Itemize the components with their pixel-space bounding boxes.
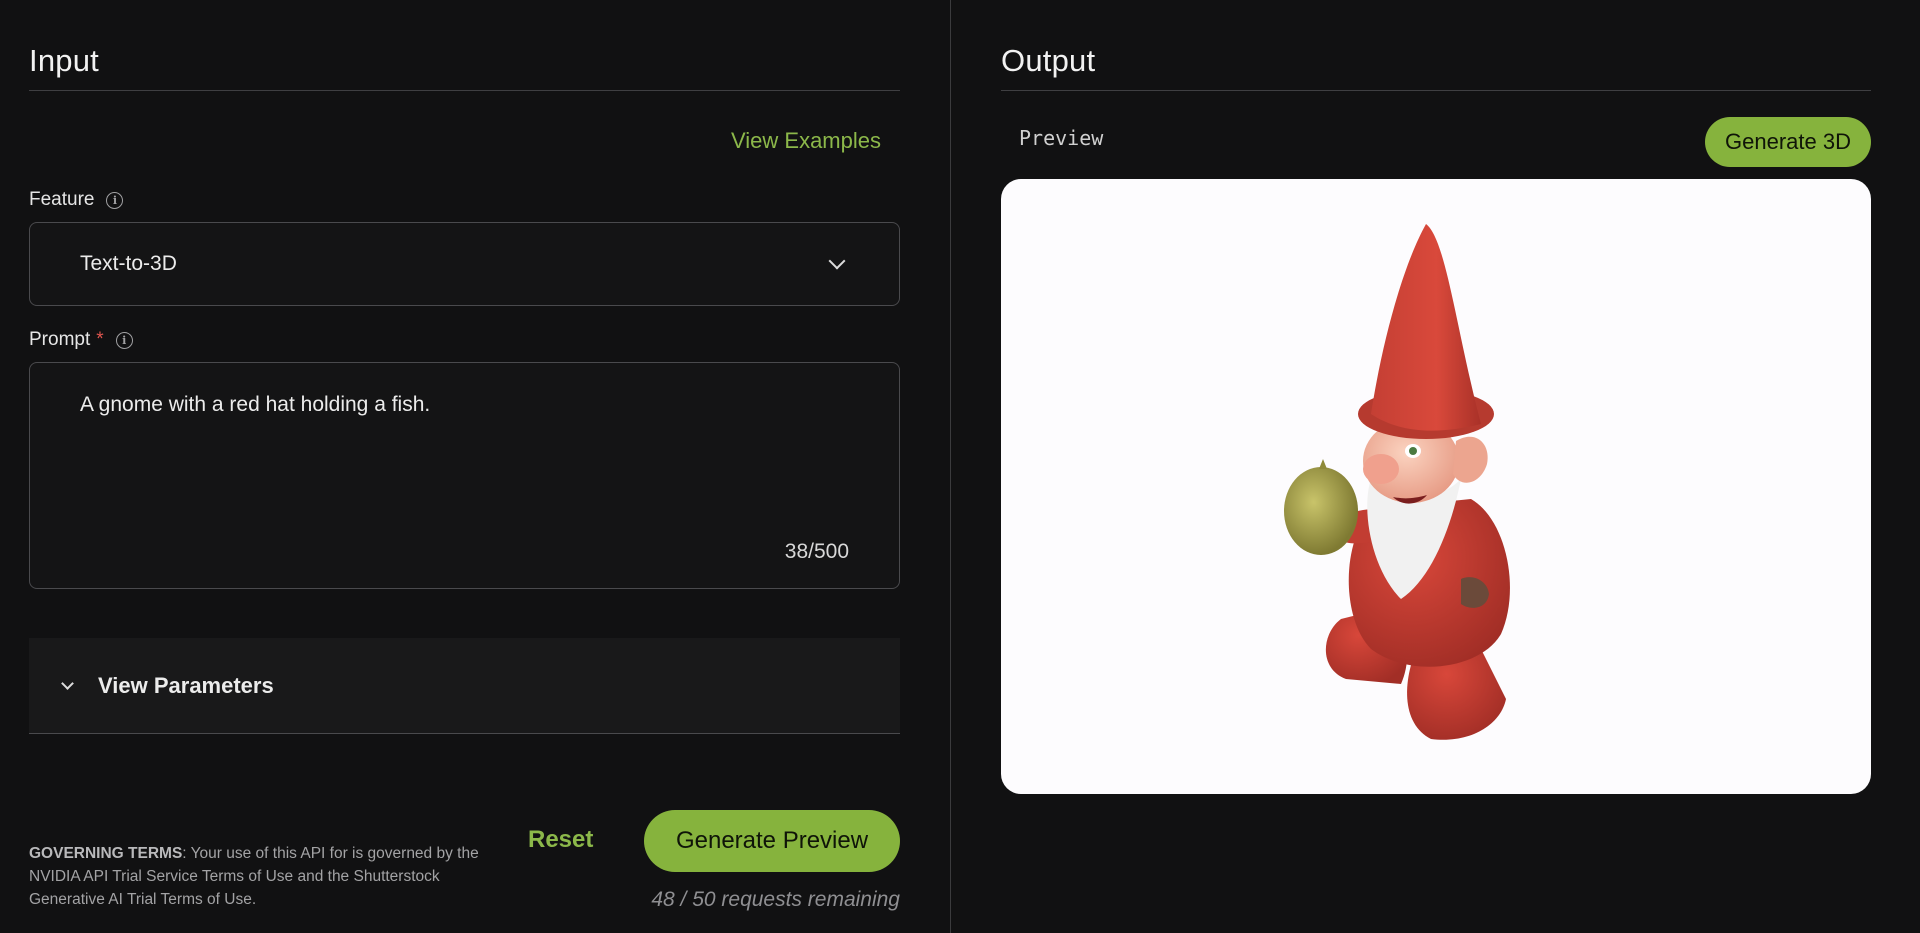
input-title-divider <box>29 90 900 91</box>
character-counter: 38/500 <box>784 540 849 563</box>
app-root: Input View Examples Feature i Text-to-3D… <box>0 0 1920 933</box>
info-icon[interactable]: i <box>106 191 124 209</box>
feature-label-row: Feature i <box>29 189 124 211</box>
output-panel: Output Preview Generate 3D <box>951 0 1920 933</box>
governing-terms-heading: GOVERNING TERMS <box>29 845 183 862</box>
info-icon[interactable]: i <box>115 331 133 349</box>
prompt-text: A gnome with a red hat holding a fish. <box>80 393 431 416</box>
generate-preview-button[interactable]: Generate Preview <box>644 810 900 872</box>
requests-remaining: 48 / 50 requests remaining <box>651 888 900 911</box>
feature-select[interactable]: Text-to-3D <box>29 222 900 306</box>
generate-3d-button[interactable]: Generate 3D <box>1705 117 1871 167</box>
governing-terms: GOVERNING TERMS: Your use of this API fo… <box>29 842 479 911</box>
prompt-label-row: Prompt * i <box>29 329 133 351</box>
input-panel-title: Input <box>29 43 99 78</box>
chevron-down-icon <box>61 676 74 690</box>
view-examples-link[interactable]: View Examples <box>731 128 881 154</box>
view-parameters-toggle[interactable]: View Parameters <box>29 638 900 734</box>
feature-select-value: Text-to-3D <box>80 252 177 275</box>
input-panel: Input View Examples Feature i Text-to-3D… <box>0 0 950 933</box>
prompt-textarea[interactable]: A gnome with a red hat holding a fish. 3… <box>29 362 900 589</box>
preview-tab-label: Preview <box>1019 126 1104 150</box>
preview-viewport[interactable] <box>1001 179 1871 794</box>
gnome-model-icon <box>1284 224 1510 740</box>
required-indicator: * <box>96 329 104 350</box>
view-parameters-label: View Parameters <box>98 672 274 698</box>
output-panel-title: Output <box>1001 43 1096 78</box>
feature-label: Feature <box>29 189 95 210</box>
reset-button[interactable]: Reset <box>528 826 593 854</box>
chevron-down-icon <box>828 252 846 270</box>
output-title-divider <box>1001 90 1871 91</box>
prompt-label: Prompt <box>29 329 91 350</box>
